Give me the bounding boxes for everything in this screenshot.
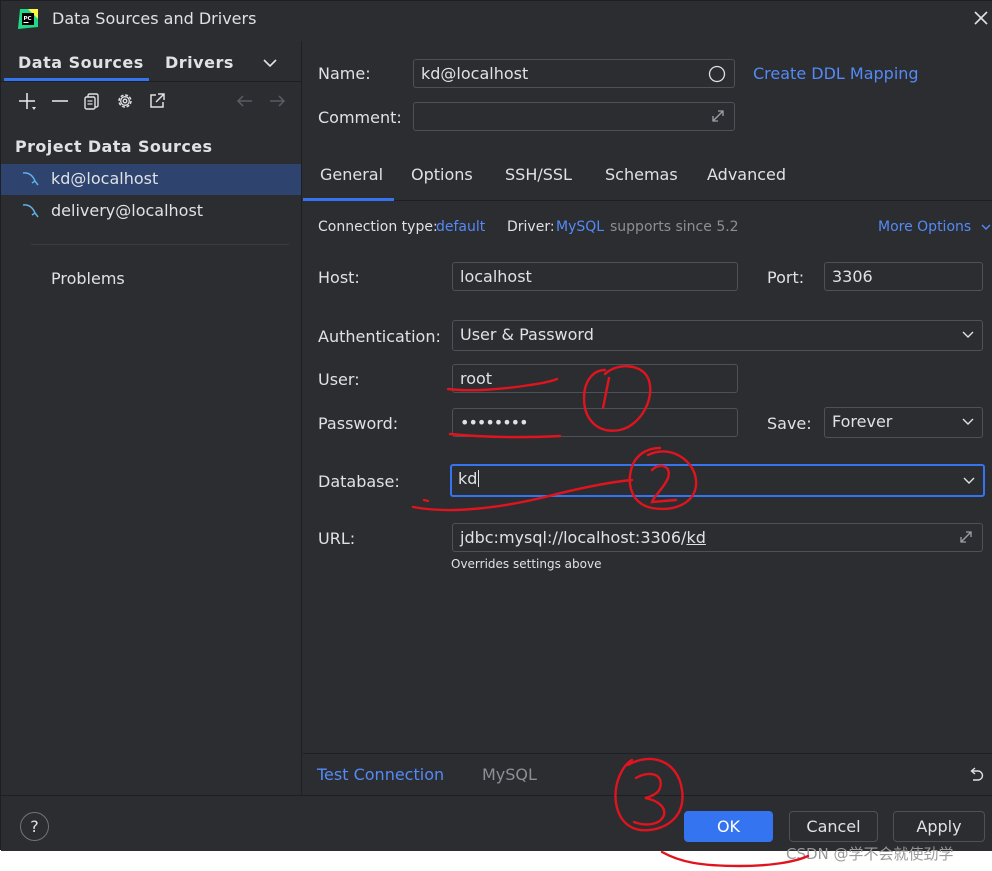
authentication-value: User & Password bbox=[460, 325, 594, 344]
url-input[interactable]: jdbc:mysql://localhost:3306/kd bbox=[452, 523, 983, 552]
back-arrow-icon[interactable] bbox=[236, 92, 254, 110]
cancel-button[interactable]: Cancel bbox=[789, 811, 878, 842]
user-input[interactable]: root bbox=[452, 364, 738, 393]
add-icon[interactable] bbox=[18, 92, 36, 110]
forward-arrow-icon[interactable] bbox=[268, 92, 286, 110]
tab-ssh-ssl[interactable]: SSH/SSL bbox=[505, 165, 572, 184]
more-options-label: More Options bbox=[878, 219, 972, 235]
user-value: root bbox=[460, 369, 493, 388]
chevron-down-icon bbox=[981, 224, 991, 230]
expand-icon[interactable] bbox=[710, 108, 726, 124]
password-label: Password: bbox=[318, 414, 399, 433]
authentication-select[interactable]: User & Password bbox=[452, 320, 983, 351]
url-prefix: jdbc:mysql://localhost:3306/ bbox=[460, 528, 687, 547]
csdn-watermark: CSDN @学不会就使劲学 bbox=[786, 845, 954, 863]
copy-icon[interactable] bbox=[83, 92, 101, 110]
text-cursor bbox=[478, 470, 480, 487]
comment-label: Comment: bbox=[318, 108, 402, 127]
tab-advanced[interactable]: Advanced bbox=[707, 165, 786, 184]
database-select[interactable]: kd bbox=[450, 464, 985, 497]
host-value: localhost bbox=[460, 267, 532, 286]
save-value: Forever bbox=[832, 412, 893, 431]
create-ddl-mapping-link[interactable]: Create DDL Mapping bbox=[753, 64, 919, 83]
data-source-item-delivery[interactable]: delivery@localhost bbox=[1, 196, 301, 227]
title-bar: PC Data Sources and Drivers bbox=[1, 1, 992, 41]
export-icon[interactable] bbox=[148, 92, 166, 110]
tab-divider bbox=[1, 81, 301, 82]
chevron-down-icon bbox=[962, 418, 974, 425]
driver-link[interactable]: MySQL bbox=[556, 219, 604, 235]
left-panel: Data Sources Drivers Project Data Source… bbox=[1, 41, 302, 795]
data-source-item-kd[interactable]: kd@localhost bbox=[1, 164, 301, 195]
port-value: 3306 bbox=[832, 267, 873, 286]
connection-type-link[interactable]: default bbox=[436, 219, 485, 235]
save-select[interactable]: Forever bbox=[824, 407, 983, 438]
problems-item[interactable]: Problems bbox=[51, 269, 125, 288]
svg-text:PC: PC bbox=[24, 16, 32, 22]
pycharm-app-icon: PC bbox=[18, 9, 38, 29]
tab-options[interactable]: Options bbox=[411, 165, 473, 184]
host-input[interactable]: localhost bbox=[452, 262, 738, 291]
chevron-down-icon[interactable] bbox=[263, 58, 277, 68]
active-tab-indicator bbox=[303, 198, 394, 201]
driver-label: Driver: bbox=[507, 219, 555, 235]
window-title: Data Sources and Drivers bbox=[52, 9, 257, 28]
tab-general[interactable]: General bbox=[320, 165, 383, 184]
tab-drivers[interactable]: Drivers bbox=[165, 53, 234, 72]
database-value: kd bbox=[458, 469, 478, 488]
settings-tabs: General Options SSH/SSL Schemas Advanced bbox=[303, 155, 992, 201]
data-source-label: kd@localhost bbox=[51, 169, 159, 188]
mysql-dolphin-icon bbox=[22, 204, 39, 218]
ok-button[interactable]: OK bbox=[684, 811, 773, 842]
driver-name-label: MySQL bbox=[482, 765, 537, 784]
save-label: Save: bbox=[767, 414, 812, 433]
tab-data-sources[interactable]: Data Sources bbox=[18, 53, 144, 72]
settings-icon[interactable] bbox=[116, 92, 134, 110]
url-note: Overrides settings above bbox=[451, 557, 602, 571]
authentication-label: Authentication: bbox=[318, 327, 441, 346]
remove-icon[interactable] bbox=[51, 92, 69, 110]
more-options-link[interactable]: More Options bbox=[878, 219, 991, 235]
driver-note: supports since 5.2 bbox=[610, 219, 739, 235]
name-input[interactable]: kd@localhost bbox=[413, 59, 735, 88]
data-sources-dialog: PC Data Sources and Drivers Data Sources… bbox=[0, 0, 992, 851]
password-input[interactable]: •••••••• bbox=[452, 408, 738, 437]
connection-toolbar: Test Connection MySQL bbox=[303, 753, 992, 795]
help-button[interactable]: ? bbox=[20, 812, 49, 841]
right-panel: Name: kd@localhost Create DDL Mapping Co… bbox=[303, 41, 992, 795]
user-label: User: bbox=[318, 370, 360, 389]
port-input[interactable]: 3306 bbox=[824, 262, 983, 291]
divider bbox=[31, 244, 289, 245]
url-database-part: kd bbox=[686, 528, 706, 547]
name-value: kd@localhost bbox=[421, 64, 529, 83]
connection-type-label: Connection type: bbox=[318, 219, 438, 235]
test-connection-link[interactable]: Test Connection bbox=[317, 765, 444, 784]
chevron-down-icon bbox=[963, 477, 975, 484]
revert-icon[interactable] bbox=[967, 765, 985, 783]
expand-icon[interactable] bbox=[958, 529, 974, 545]
comment-input[interactable] bbox=[413, 102, 735, 131]
data-source-label: delivery@localhost bbox=[51, 201, 204, 220]
database-label: Database: bbox=[318, 472, 400, 491]
close-icon[interactable] bbox=[972, 9, 990, 27]
host-label: Host: bbox=[318, 268, 360, 287]
name-label: Name: bbox=[318, 64, 371, 83]
apply-button[interactable]: Apply bbox=[893, 811, 985, 842]
color-circle-icon[interactable] bbox=[708, 65, 726, 83]
chevron-down-icon bbox=[962, 331, 974, 338]
port-label: Port: bbox=[767, 268, 805, 287]
mysql-dolphin-icon bbox=[22, 172, 39, 186]
url-label: URL: bbox=[318, 529, 356, 548]
password-value: •••••••• bbox=[460, 413, 528, 432]
project-data-sources-heading: Project Data Sources bbox=[15, 137, 213, 156]
tab-schemas[interactable]: Schemas bbox=[605, 165, 678, 184]
